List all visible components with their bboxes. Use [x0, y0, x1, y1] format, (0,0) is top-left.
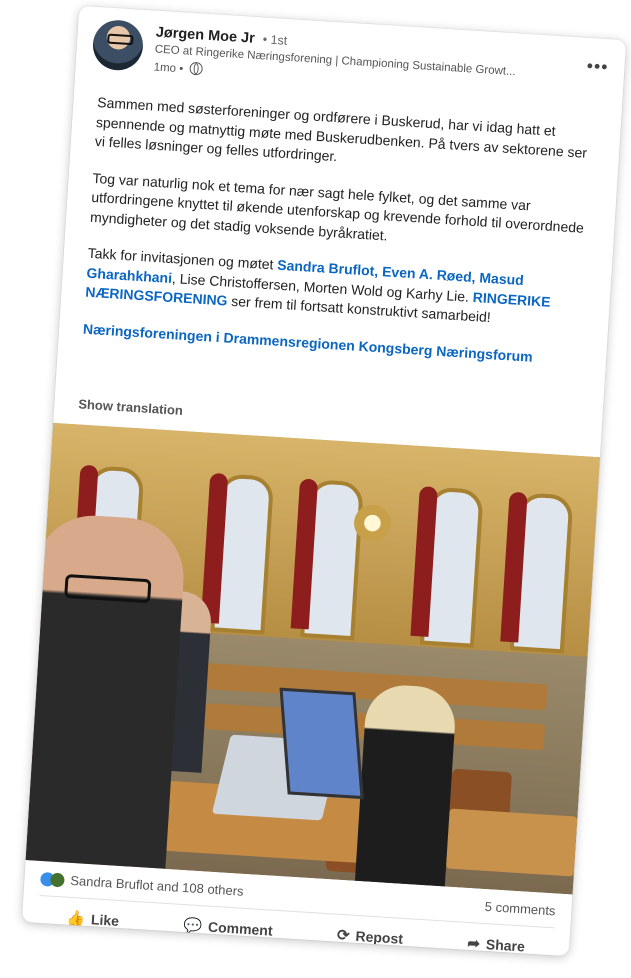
avatar-glasses	[107, 33, 134, 46]
comments-count[interactable]: 5 comments	[484, 899, 556, 918]
author-name[interactable]: Jørgen Moe Jr	[155, 25, 255, 47]
post-paragraph: Sammen med søsterforeninger og ordførere…	[94, 94, 588, 165]
reactions-text: Sandra Bruflot and 108 others	[69, 872, 245, 899]
photo-person	[354, 683, 458, 889]
repost-button[interactable]: ⟳ Repost	[326, 921, 413, 952]
photo-person	[25, 512, 188, 869]
post-photo[interactable]	[25, 422, 601, 895]
more-options-button[interactable]: •••	[586, 56, 609, 78]
comment-label: Comment	[207, 918, 274, 939]
share-label: Share	[485, 936, 526, 955]
connection-degree: • 1st	[262, 32, 288, 48]
share-arrow-icon: ➦	[466, 934, 481, 953]
like-label: Like	[90, 911, 120, 929]
comment-icon: 💬	[182, 917, 203, 936]
avatar[interactable]	[91, 18, 145, 72]
photo-laptop-screen	[279, 687, 364, 800]
post-paragraph: Tog var naturlig nok et tema for nær sag…	[89, 169, 585, 243]
support-reaction-icon	[49, 872, 65, 888]
post-card: Jørgen Moe Jr • 1st CEO at Ringerike Nær…	[21, 5, 627, 957]
author-headline: CEO at Ringerike Næringsforening | Champ…	[154, 43, 517, 79]
share-button[interactable]: ➦ Share	[457, 929, 536, 956]
comment-button[interactable]: 💬 Comment	[173, 911, 284, 944]
photo-desk	[445, 808, 578, 877]
post-time: 1mo •	[153, 61, 184, 76]
show-translation-button[interactable]: Show translation	[78, 396, 183, 418]
post-text: Sammen med søsterforeninger og ordførere…	[81, 93, 601, 387]
globe-icon	[189, 61, 203, 76]
repost-icon: ⟳	[336, 926, 351, 945]
repost-label: Repost	[355, 927, 404, 947]
post-paragraph: Takk for invitasjonen og møtet Sandra Br…	[85, 244, 592, 334]
reactions-summary[interactable]: Sandra Bruflot and 108 others	[40, 871, 244, 899]
thumbs-up-icon: 👍	[65, 909, 86, 928]
post-meta: 1mo •	[153, 60, 203, 77]
like-button[interactable]: 👍 Like	[56, 904, 130, 935]
